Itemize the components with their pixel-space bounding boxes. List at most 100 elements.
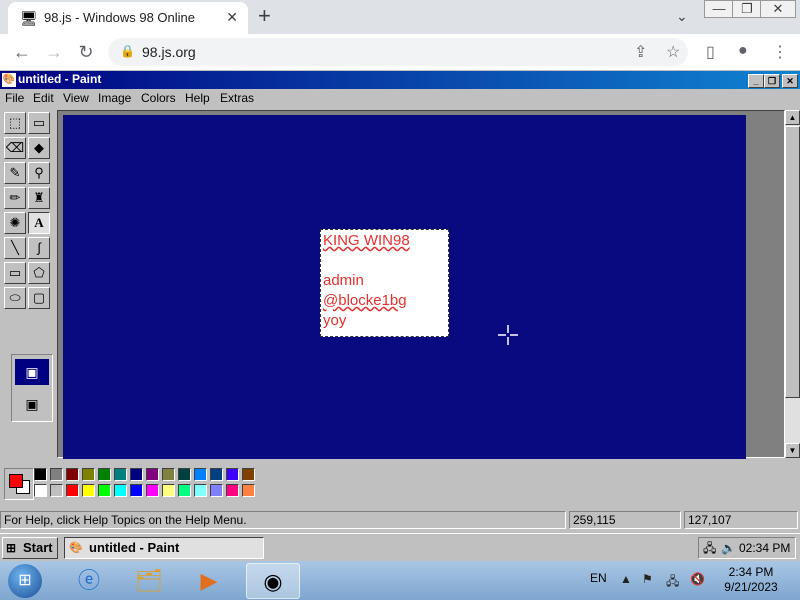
menu-view[interactable]: View [63, 91, 89, 105]
magnifier-tool-icon[interactable]: ⚲ [28, 162, 50, 184]
palette-swatch[interactable] [194, 468, 207, 481]
transparent-background-option-icon[interactable]: ▣ [15, 391, 49, 417]
media-player-icon[interactable]: ▶ [182, 563, 236, 599]
scroll-down-arrow-icon[interactable]: ▼ [785, 443, 800, 458]
airbrush-tool-icon[interactable]: ✺ [4, 212, 26, 234]
text-tool-icon[interactable]: A [28, 212, 50, 234]
address-bar[interactable]: 🔒 98.js.org [108, 38, 688, 66]
drawing-canvas[interactable]: KING WIN98 admin @blocke1bg yoy [63, 115, 746, 459]
pencil-tool-icon[interactable]: ✏ [4, 187, 26, 209]
paint-title-bar[interactable]: 🎨 untitled - Paint _ ❐ ✕ [0, 71, 800, 89]
palette-swatch[interactable] [194, 484, 207, 497]
vertical-scrollbar[interactable]: ▲ ▼ [785, 110, 800, 458]
network-icon[interactable]: 🖧 [703, 538, 716, 558]
palette-swatch[interactable] [82, 484, 95, 497]
menu-colors[interactable]: Colors [141, 91, 176, 105]
palette-swatch[interactable] [66, 484, 79, 497]
free-form-select-tool-icon[interactable]: ⬚ [4, 112, 26, 134]
volume-icon[interactable]: 🔈 [721, 538, 736, 558]
start-button[interactable]: ⊞ Start [2, 537, 58, 559]
file-explorer-icon[interactable]: 🗂 [122, 563, 176, 599]
palette-swatch[interactable] [82, 468, 95, 481]
volume-muted-icon[interactable]: 🔇 [690, 572, 705, 586]
close-window-button[interactable]: ✕ [760, 0, 796, 18]
ellipse-tool-icon[interactable]: ⬭ [4, 287, 26, 309]
palette-swatch[interactable] [226, 468, 239, 481]
polygon-tool-icon[interactable]: ⬠ [28, 262, 50, 284]
menu-image[interactable]: Image [98, 91, 131, 105]
paint-maximize-button[interactable]: ❐ [764, 74, 780, 88]
palette-swatch[interactable] [114, 484, 127, 497]
palette-swatch[interactable] [226, 484, 239, 497]
fill-tool-icon[interactable]: ◆ [28, 137, 50, 159]
url-text[interactable]: 98.js.org [142, 44, 196, 60]
palette-swatch[interactable] [242, 484, 255, 497]
paint-minimize-button[interactable]: _ [748, 74, 764, 88]
palette-swatch[interactable] [210, 484, 223, 497]
forward-button[interactable]: → [42, 40, 66, 64]
minimize-window-button[interactable]: — [704, 0, 734, 18]
palette-swatch[interactable] [98, 468, 111, 481]
curve-tool-icon[interactable]: ∫ [28, 237, 50, 259]
menu-extras[interactable]: Extras [220, 91, 254, 105]
palette-swatch[interactable] [130, 468, 143, 481]
taskbar-item-paint[interactable]: 🎨 untitled - Paint [64, 537, 264, 559]
language-indicator[interactable]: EN [590, 571, 607, 585]
status-help-text: For Help, click Help Topics on the Help … [0, 511, 566, 529]
profile-avatar-icon[interactable]: ● [738, 42, 748, 60]
palette-swatch[interactable] [178, 468, 191, 481]
palette-swatch[interactable] [210, 468, 223, 481]
chrome-menu-icon[interactable]: ⋮ [772, 42, 788, 62]
pick-color-tool-icon[interactable]: ✎ [4, 162, 26, 184]
rounded-rectangle-tool-icon[interactable]: ▢ [28, 287, 50, 309]
eraser-tool-icon[interactable]: ⌫ [4, 137, 26, 159]
reload-button[interactable]: ↻ [74, 40, 98, 64]
palette-swatch[interactable] [66, 468, 79, 481]
palette-swatch[interactable] [178, 484, 191, 497]
paint-close-button[interactable]: ✕ [782, 74, 798, 88]
palette-swatch[interactable] [130, 484, 143, 497]
rectangle-tool-icon[interactable]: ▭ [4, 262, 26, 284]
foreground-color-swatch[interactable] [9, 474, 23, 488]
restore-window-button[interactable]: ❐ [732, 0, 762, 18]
new-tab-button[interactable]: + [258, 4, 271, 28]
tab-search-dropdown-icon[interactable]: ⌄ [676, 8, 688, 25]
palette-swatch[interactable] [50, 468, 63, 481]
palette-swatch[interactable] [34, 468, 47, 481]
menu-edit[interactable]: Edit [33, 91, 54, 105]
brush-tool-icon[interactable]: ♜ [28, 187, 50, 209]
share-icon[interactable]: ⇪ [634, 42, 647, 62]
menu-file[interactable]: File [5, 91, 24, 105]
tab-close-icon[interactable]: ✕ [226, 9, 238, 26]
network-tray-icon[interactable]: 🖧 [666, 572, 679, 593]
back-button[interactable]: ← [10, 40, 34, 64]
palette-swatch[interactable] [98, 484, 111, 497]
current-colors[interactable] [4, 468, 34, 500]
bookmark-star-icon[interactable]: ☆ [666, 42, 680, 62]
palette-swatch[interactable] [114, 468, 127, 481]
lock-icon[interactable]: 🔒 [120, 44, 135, 58]
side-panel-icon[interactable]: ▯ [706, 42, 715, 62]
win98-clock[interactable]: 02:34 PM [739, 538, 790, 558]
palette-swatch[interactable] [34, 484, 47, 497]
action-center-flag-icon[interactable]: ⚑ [642, 572, 653, 586]
opaque-background-option-icon[interactable]: ▣ [15, 359, 49, 385]
internet-explorer-icon[interactable]: ⓔ [62, 563, 116, 599]
palette-swatch[interactable] [242, 468, 255, 481]
palette-swatch[interactable] [162, 468, 175, 481]
scrollbar-thumb[interactable] [785, 126, 800, 398]
palette-swatch[interactable] [50, 484, 63, 497]
menu-help[interactable]: Help [185, 91, 210, 105]
scroll-up-arrow-icon[interactable]: ▲ [785, 110, 800, 125]
browser-tab[interactable]: 🖥 98.js - Windows 98 Online ✕ [8, 2, 248, 34]
select-tool-icon[interactable]: ▭ [28, 112, 50, 134]
windows-start-orb-icon[interactable]: ⊞ [8, 564, 42, 598]
system-clock[interactable]: 2:34 PM 9/21/2023 [718, 565, 784, 595]
line-tool-icon[interactable]: ╲ [4, 237, 26, 259]
chrome-icon[interactable]: ◉ [246, 563, 300, 599]
palette-swatch[interactable] [146, 468, 159, 481]
show-hidden-icons-icon[interactable]: ▲ [620, 572, 632, 586]
text-box[interactable]: KING WIN98 admin @blocke1bg yoy [320, 229, 449, 337]
palette-swatch[interactable] [162, 484, 175, 497]
palette-swatch[interactable] [146, 484, 159, 497]
